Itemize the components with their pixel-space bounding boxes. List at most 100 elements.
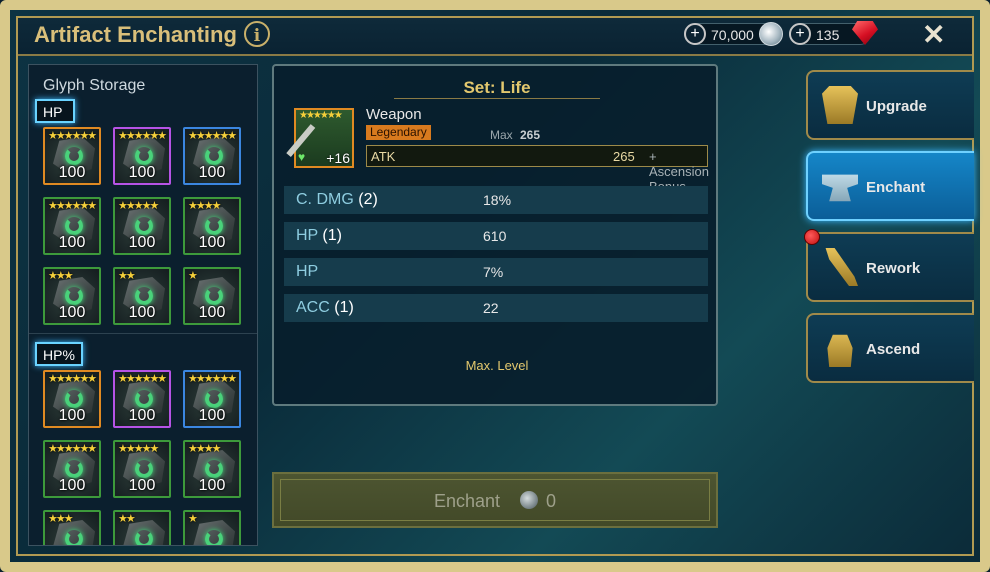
add-rubies-button[interactable]: +: [789, 23, 811, 45]
glyph-slot[interactable]: ★★★★ 100: [183, 197, 241, 255]
add-silver-button[interactable]: +: [684, 23, 706, 45]
glyph-rune-icon: [65, 460, 83, 478]
substat-rolls: (2): [358, 191, 378, 208]
glyph-value: 100: [58, 477, 86, 494]
substat-row: ACC (1) 22: [284, 294, 708, 322]
substat-rolls: (1): [322, 227, 342, 244]
section-tag-hp[interactable]: HP: [35, 99, 75, 123]
artifact-level: +16: [326, 150, 350, 166]
close-icon[interactable]: ✕: [922, 18, 945, 51]
glyph-value: 100: [128, 407, 156, 424]
artifact-icon[interactable]: ★★★★★★ ♥ +16: [286, 108, 354, 168]
max-label: Max: [490, 128, 513, 142]
glyph-value: 100: [128, 304, 156, 321]
rework-button[interactable]: Rework: [806, 232, 974, 302]
artifact-name: Weapon: [366, 106, 422, 123]
glyph-stars: ★: [188, 270, 198, 282]
artifact-stars: ★★★★★★: [299, 110, 343, 121]
glyph-slot[interactable]: ★★★★★★ 100: [183, 370, 241, 428]
upgrade-label: Upgrade: [866, 98, 927, 115]
substat-value: 18%: [483, 192, 512, 208]
glyph-value: 100: [198, 304, 226, 321]
rarity-badge: Legendary: [366, 125, 431, 140]
tools-icon: [825, 248, 858, 286]
substat-name: HP: [296, 263, 319, 280]
header-bar: Artifact Enchanting i + 70,000 + 135 ✕: [18, 18, 972, 56]
glyph-slot[interactable]: ★★: [113, 510, 171, 545]
glyph-rune-icon: [205, 217, 223, 235]
glyph-slot[interactable]: ★★★★★★ 100: [43, 197, 101, 255]
glyph-value: 100: [128, 477, 156, 494]
section-divider: [29, 333, 257, 334]
glyph-slot[interactable]: ★★★★★ 100: [113, 440, 171, 498]
glyph-stars: ★★★: [48, 270, 74, 282]
glyph-rune-icon: [135, 390, 153, 408]
glyph-rune-icon: [65, 287, 83, 305]
enchant-cost: 0: [546, 491, 557, 511]
glyph-stars: ★★★★: [188, 443, 221, 455]
substat-rolls: (1): [334, 299, 354, 316]
ascend-button[interactable]: Ascend: [806, 313, 974, 383]
ruby-amount: 135: [816, 27, 840, 43]
enchant-tab-button[interactable]: Enchant: [806, 151, 974, 221]
glyph-slot[interactable]: ★★ 100: [113, 267, 171, 325]
silver-coin-icon: [520, 491, 538, 509]
glyph-stars: ★★★★★★: [48, 443, 97, 455]
glyph-slot[interactable]: ★★★★★★ 100: [183, 127, 241, 185]
glyph-rune-icon: [135, 147, 153, 165]
glyph-rune-icon: [65, 147, 83, 165]
ascend-label: Ascend: [866, 341, 921, 358]
main-stat-value: 265: [613, 149, 635, 164]
upgrade-button[interactable]: Upgrade: [806, 70, 974, 140]
glyph-slot[interactable]: ★: [183, 510, 241, 545]
anvil-icon: [822, 174, 858, 202]
glyph-rune-icon: [65, 530, 83, 545]
artifact-panel: Set: Life ★★★★★★ ♥ +16 Weapon Legendary …: [272, 64, 718, 406]
info-icon[interactable]: i: [244, 21, 270, 47]
glyph-stars: ★★★★: [188, 200, 221, 212]
substat-row: HP 7%: [284, 258, 708, 286]
glyph-stars: ★★★: [48, 513, 74, 525]
glyph-slot[interactable]: ★★★: [43, 510, 101, 545]
ruby-currency: + 135: [789, 21, 878, 45]
notification-dot: [804, 229, 820, 245]
substat-row: C. DMG (2) 18%: [284, 186, 708, 214]
glyph-rune-icon: [135, 530, 153, 545]
glyph-rune-icon: [65, 217, 83, 235]
glyph-slot[interactable]: ★★★★★★ 100: [43, 370, 101, 428]
glyph-slot[interactable]: ★★★★★★ 100: [113, 370, 171, 428]
glyph-stars: ★★★★★★: [188, 373, 237, 385]
glyph-slot[interactable]: ★★★★★★ 100: [43, 127, 101, 185]
glyph-stars: ★★★★★: [118, 443, 159, 455]
glyph-value: 100: [58, 234, 86, 251]
substat-name: ACC: [296, 299, 330, 316]
substat-value: 22: [483, 300, 499, 316]
rework-label: Rework: [866, 260, 921, 277]
page-title: Artifact Enchanting: [34, 22, 237, 47]
glyph-value: 100: [198, 407, 226, 424]
glyph-stars: ★★★★★★: [118, 373, 167, 385]
glyph-slot[interactable]: ★★★ 100: [43, 267, 101, 325]
section-tag-hp-percent[interactable]: HP%: [35, 342, 83, 366]
silver-coin-icon: [759, 22, 783, 46]
glyph-stars: ★★★★★★: [118, 130, 167, 142]
glyph-rune-icon: [205, 287, 223, 305]
glyph-slot[interactable]: ★★★★ 100: [183, 440, 241, 498]
glyph-slot[interactable]: ★ 100: [183, 267, 241, 325]
glyph-value: 100: [198, 477, 226, 494]
glyph-storage-panel: Glyph Storage HP ★★★★★★ 100 ★★★★★★ 100 ★★★★★…: [28, 64, 258, 546]
glyph-rune-icon: [135, 217, 153, 235]
substat-name: HP: [296, 227, 318, 244]
glyph-rune-icon: [205, 390, 223, 408]
glyph-rune-icon: [135, 287, 153, 305]
substat-row: HP (1) 610: [284, 222, 708, 250]
glyph-slot[interactable]: ★★★★★ 100: [113, 197, 171, 255]
glyph-slot[interactable]: ★★★★★★ 100: [113, 127, 171, 185]
enchant-button[interactable]: Enchant 0: [272, 472, 718, 528]
glyph-stars: ★★★★★★: [188, 130, 237, 142]
glyph-stars: ★★★★★★: [48, 200, 97, 212]
enchant-button-label: Enchant: [434, 491, 501, 511]
glyph-slot[interactable]: ★★★★★★ 100: [43, 440, 101, 498]
glyph-value: 100: [198, 164, 226, 181]
glyph-value: 100: [128, 234, 156, 251]
